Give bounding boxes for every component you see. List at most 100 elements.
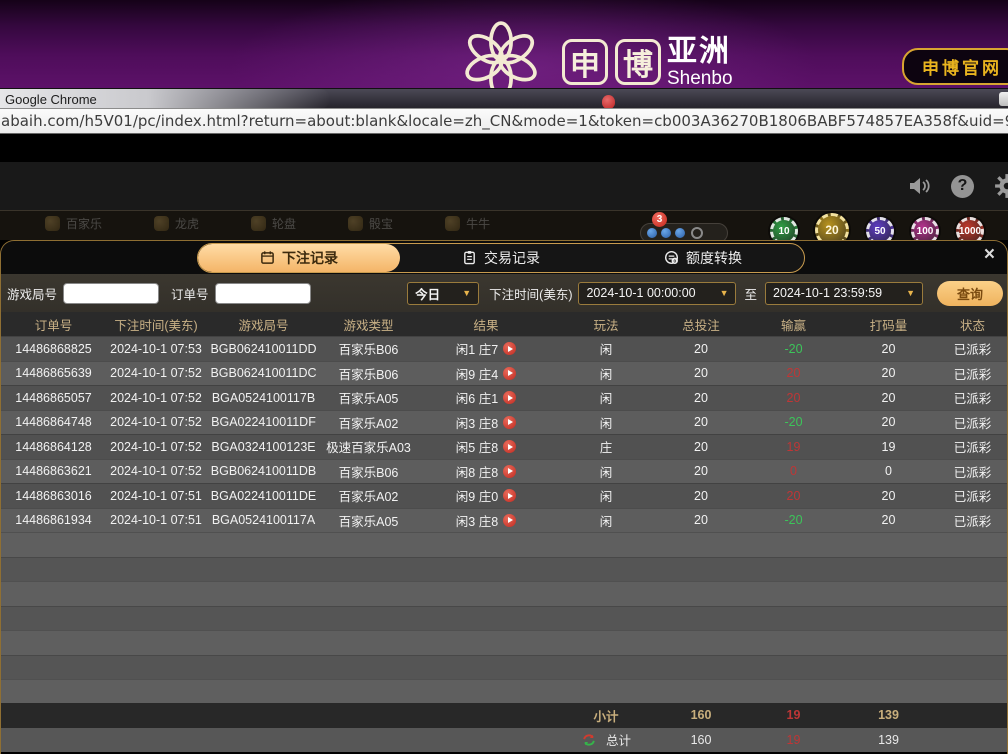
cell-order_id: 14486868825	[1, 342, 106, 356]
play-triangle	[508, 517, 513, 523]
cell-round: BGA022410011DF	[206, 415, 321, 429]
cell-bet: 20	[656, 489, 746, 503]
cell-result: 闲8 庄8	[416, 462, 556, 481]
bet-chip-20[interactable]: 20	[815, 213, 849, 240]
official-site-button[interactable]: 申博官网	[902, 48, 1008, 85]
svg-text:0: 0	[673, 259, 676, 264]
magnifier-icon[interactable]	[691, 227, 703, 239]
game-nav-item[interactable]: 牛牛	[445, 215, 490, 232]
table-row[interactable]: 144868641282024-10-1 07:52BGA0324100123E…	[1, 434, 1007, 459]
game-nav-item[interactable]: 轮盘	[251, 215, 296, 232]
tab-bet-records[interactable]: 下注记录	[198, 244, 400, 272]
bet-chip-100[interactable]: 100	[911, 217, 939, 240]
bet-chip-10[interactable]: 10	[770, 217, 798, 240]
cell-win: -20	[746, 513, 841, 527]
table-row[interactable]: 144868636212024-10-1 07:52BGB062410011DB…	[1, 459, 1007, 484]
cell-bet: 20	[656, 366, 746, 380]
replay-play-icon[interactable]	[503, 489, 516, 502]
replay-play-icon[interactable]	[503, 391, 516, 404]
cell-play: 闲	[556, 388, 656, 407]
blue-chip-icon	[661, 228, 671, 238]
cell-result: 闲3 庄8	[416, 511, 556, 530]
cell-time: 2024-10-1 07:51	[106, 513, 206, 527]
replay-play-icon[interactable]	[503, 514, 516, 527]
replay-play-icon[interactable]	[503, 416, 516, 429]
cell-bet: 20	[656, 440, 746, 454]
date-range-select[interactable]: 今日 ▼	[407, 282, 479, 305]
game-icon	[348, 216, 363, 231]
cell-result: 闲6 庄1	[416, 388, 556, 407]
cell-play: 闲	[556, 364, 656, 383]
cell-turnover: 0	[841, 464, 936, 478]
game-nav-label: 牛牛	[466, 215, 490, 232]
total-turnover: 139	[841, 733, 936, 747]
cell-game: 百家乐A02	[321, 413, 416, 432]
table-row[interactable]: 144868630162024-10-1 07:51BGA022410011DE…	[1, 483, 1007, 508]
cell-order_id: 14486863621	[1, 464, 106, 478]
address-bar[interactable]: abaih.com/h5V01/pc/index.html?return=abo…	[0, 108, 1008, 134]
replay-play-icon[interactable]	[503, 367, 516, 380]
cell-order_id: 14486865639	[1, 366, 106, 380]
round-number-input[interactable]	[63, 283, 159, 304]
tab-transaction-records[interactable]: 交易记录	[400, 244, 602, 272]
table-row[interactable]: 144868647482024-10-1 07:52BGA022410011DF…	[1, 410, 1007, 435]
play-triangle	[508, 468, 513, 474]
cell-play: 闲	[556, 462, 656, 481]
game-nav-item[interactable]: 百家乐	[45, 215, 102, 232]
result-text: 闲5 庄8	[456, 437, 498, 456]
refresh-swap-icon[interactable]	[581, 732, 597, 748]
play-triangle	[508, 419, 513, 425]
result-text: 闲9 庄4	[456, 364, 498, 383]
cell-bet: 20	[656, 464, 746, 478]
filter-bar: 游戏局号 订单号 今日 ▼ 下注时间(美东) 2024-10-1 00:00:0…	[1, 274, 1007, 312]
replay-play-icon[interactable]	[503, 342, 516, 355]
cell-time: 2024-10-1 07:52	[106, 415, 206, 429]
game-nav-items: 百家乐 龙虎 轮盘 骰宝 牛牛	[45, 215, 490, 232]
empty-row	[1, 557, 1007, 582]
cell-turnover: 20	[841, 415, 936, 429]
game-nav-item[interactable]: 骰宝	[348, 215, 393, 232]
order-number-input[interactable]	[215, 283, 311, 304]
end-time-value: 2024-10-1 23:59:59	[773, 286, 882, 300]
game-nav-label: 百家乐	[66, 215, 102, 232]
cell-win: 20	[746, 391, 841, 405]
replay-play-icon[interactable]	[503, 440, 516, 453]
total-row: 总计 160 19 139	[1, 728, 1007, 752]
table-row[interactable]: 144868619342024-10-1 07:51BGA0524100117A…	[1, 508, 1007, 533]
bet-chip-50[interactable]: 50	[866, 217, 894, 240]
play-triangle	[508, 370, 513, 376]
titlebar-button-sliver[interactable]	[999, 92, 1008, 106]
cell-status: 已派彩	[936, 413, 1007, 432]
game-icon	[445, 216, 460, 231]
empty-row	[1, 606, 1007, 631]
help-icon[interactable]: ?	[951, 175, 974, 198]
cell-game: 极速百家乐A03	[321, 437, 416, 456]
game-nav-item[interactable]: 龙虎	[154, 215, 199, 232]
round-filter-label: 游戏局号	[7, 284, 57, 303]
end-time-select[interactable]: 2024-10-1 23:59:59 ▼	[765, 282, 923, 305]
cell-time: 2024-10-1 07:52	[106, 391, 206, 405]
cell-turnover: 19	[841, 440, 936, 454]
cell-round: BGA022410011DE	[206, 489, 321, 503]
search-button[interactable]: 查询	[937, 281, 1003, 306]
cell-status: 已派彩	[936, 437, 1007, 456]
table-row[interactable]: 144868656392024-10-1 07:52BGB062410011DC…	[1, 361, 1007, 386]
close-icon[interactable]: ×	[984, 245, 995, 264]
bet-chip-1000[interactable]: 1000	[956, 217, 984, 240]
settings-gear-icon[interactable]	[994, 173, 1008, 199]
header-cell: 订单号	[1, 315, 106, 334]
table-row[interactable]: 144868650572024-10-1 07:52BGA0524100117B…	[1, 385, 1007, 410]
cell-play: 闲	[556, 339, 656, 358]
table-row[interactable]: 144868688252024-10-1 07:53BGB062410011DD…	[1, 336, 1007, 361]
replay-play-icon[interactable]	[503, 465, 516, 478]
sound-icon[interactable]	[907, 174, 931, 198]
chip-tray[interactable]	[640, 223, 728, 240]
start-time-select[interactable]: 2024-10-1 00:00:00 ▼	[578, 282, 736, 305]
tab-credit-transfer[interactable]: 0 额度转换	[602, 244, 804, 272]
records-modal: 下注记录 交易记录 0	[0, 240, 1008, 754]
game-nav-label: 龙虎	[175, 215, 199, 232]
logo-wordmark: 亚洲 Shenbo	[667, 37, 733, 88]
cell-round: BGA0524100117B	[206, 391, 321, 405]
cell-round: BGA0324100123E	[206, 440, 321, 454]
date-range-value: 今日	[415, 284, 440, 303]
